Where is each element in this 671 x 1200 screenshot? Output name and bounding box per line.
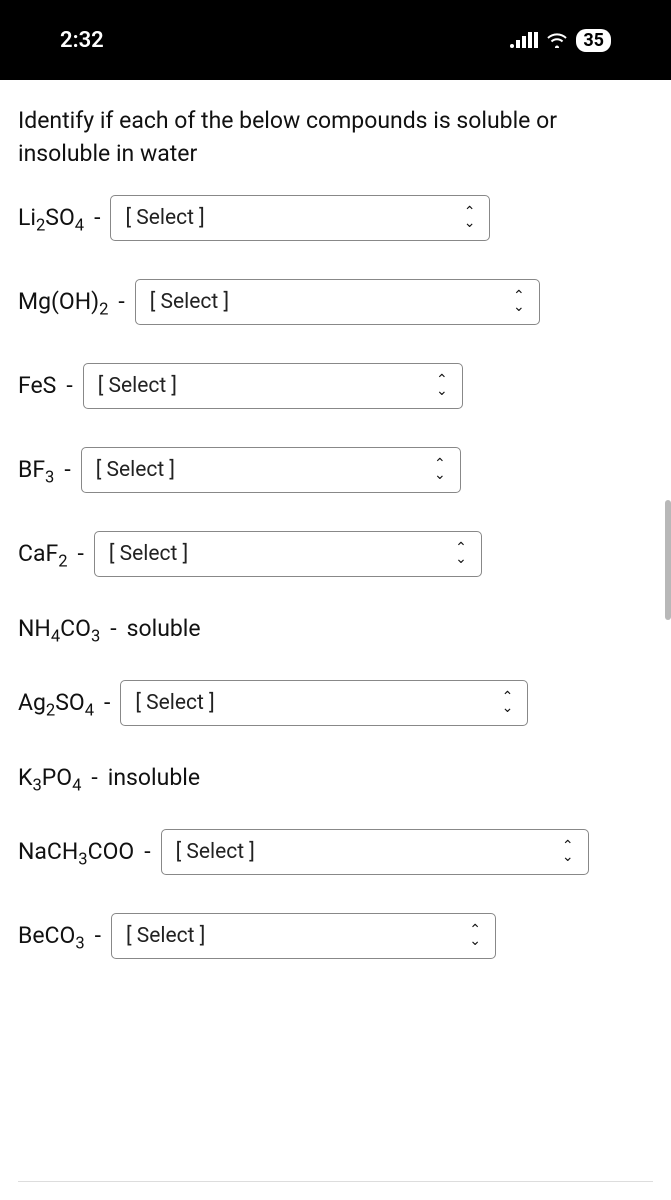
compound-row-caf2: CaF2 - [ Select ] ⌃⌄	[18, 531, 653, 577]
compound-row-k3po4: K3PO4 - insoluble	[18, 764, 653, 791]
compound-row-mgoh2: Mg(OH)2 - [ Select ] ⌃⌄	[18, 279, 653, 325]
select-bf3[interactable]: [ Select ] ⌃⌄	[81, 447, 461, 493]
wifi-icon	[546, 32, 568, 48]
select-placeholder: [ Select ]	[176, 840, 255, 864]
select-mgoh2[interactable]: [ Select ] ⌃⌄	[135, 279, 540, 325]
select-li2so4[interactable]: [ Select ] ⌃⌄	[110, 195, 490, 241]
compound-formula: BF3	[18, 456, 54, 483]
select-placeholder: [ Select ]	[109, 542, 188, 566]
instruction-text: Identify if each of the below compounds …	[18, 104, 653, 171]
select-placeholder: [ Select ]	[98, 374, 177, 398]
separator: -	[91, 764, 97, 791]
separator: -	[94, 204, 100, 231]
compound-row-bf3: BF3 - [ Select ] ⌃⌄	[18, 447, 653, 493]
status-indicators: 35	[510, 29, 611, 52]
compound-formula: Li2SO4	[18, 204, 84, 231]
divider	[18, 1181, 653, 1182]
battery-indicator: 35	[576, 29, 611, 52]
compound-formula: CaF2	[18, 540, 68, 567]
separator: -	[144, 838, 150, 865]
select-placeholder: [ Select ]	[135, 691, 214, 715]
select-placeholder: [ Select ]	[96, 458, 175, 482]
separator: -	[64, 456, 70, 483]
fixed-answer: insoluble	[108, 764, 200, 791]
status-bar: 2:32 35	[0, 0, 671, 80]
cellular-signal-icon	[510, 32, 538, 48]
compound-formula: NaCH3COO	[18, 838, 134, 865]
chevron-updown-icon: ⌃⌄	[562, 841, 574, 863]
compound-formula: BeCO3	[18, 922, 85, 949]
select-placeholder: [ Select ]	[125, 206, 204, 230]
select-beco3[interactable]: [ Select ] ⌃⌄	[111, 913, 496, 959]
select-placeholder: [ Select ]	[150, 290, 229, 314]
compound-row-ag2so4: Ag2SO4 - [ Select ] ⌃⌄	[18, 680, 653, 726]
separator: -	[104, 689, 110, 716]
chevron-updown-icon: ⌃⌄	[434, 459, 446, 481]
compound-row-nh4co3: NH4CO3 - soluble	[18, 615, 653, 642]
chevron-updown-icon: ⌃⌄	[455, 543, 467, 565]
chevron-updown-icon: ⌃⌄	[469, 925, 481, 947]
question-content: Identify if each of the below compounds …	[0, 80, 671, 1200]
select-nach3coo[interactable]: [ Select ] ⌃⌄	[161, 829, 589, 875]
compound-formula: K3PO4	[18, 764, 81, 791]
compound-row-beco3: BeCO3 - [ Select ] ⌃⌄	[18, 913, 653, 959]
compound-row-li2so4: Li2SO4 - [ Select ] ⌃⌄	[18, 195, 653, 241]
compound-formula: Mg(OH)2	[18, 288, 108, 315]
separator: -	[110, 615, 116, 642]
compound-row-nach3coo: NaCH3COO - [ Select ] ⌃⌄	[18, 829, 653, 875]
compound-formula: Ag2SO4	[18, 689, 94, 716]
separator: -	[78, 540, 84, 567]
select-fes[interactable]: [ Select ] ⌃⌄	[83, 363, 463, 409]
separator: -	[95, 922, 101, 949]
separator: -	[118, 288, 124, 315]
select-ag2so4[interactable]: [ Select ] ⌃⌄	[120, 680, 528, 726]
select-placeholder: [ Select ]	[126, 924, 205, 948]
status-time: 2:32	[60, 28, 510, 53]
compound-formula: NH4CO3	[18, 615, 100, 642]
fixed-answer: soluble	[127, 615, 201, 642]
chevron-updown-icon: ⌃⌄	[464, 207, 476, 229]
scrollbar-thumb[interactable]	[665, 500, 671, 620]
chevron-updown-icon: ⌃⌄	[502, 692, 514, 714]
compound-formula: FeS	[18, 372, 56, 399]
compound-row-fes: FeS - [ Select ] ⌃⌄	[18, 363, 653, 409]
select-caf2[interactable]: [ Select ] ⌃⌄	[94, 531, 482, 577]
chevron-updown-icon: ⌃⌄	[513, 291, 525, 313]
chevron-updown-icon: ⌃⌄	[436, 375, 448, 397]
separator: -	[66, 372, 72, 399]
